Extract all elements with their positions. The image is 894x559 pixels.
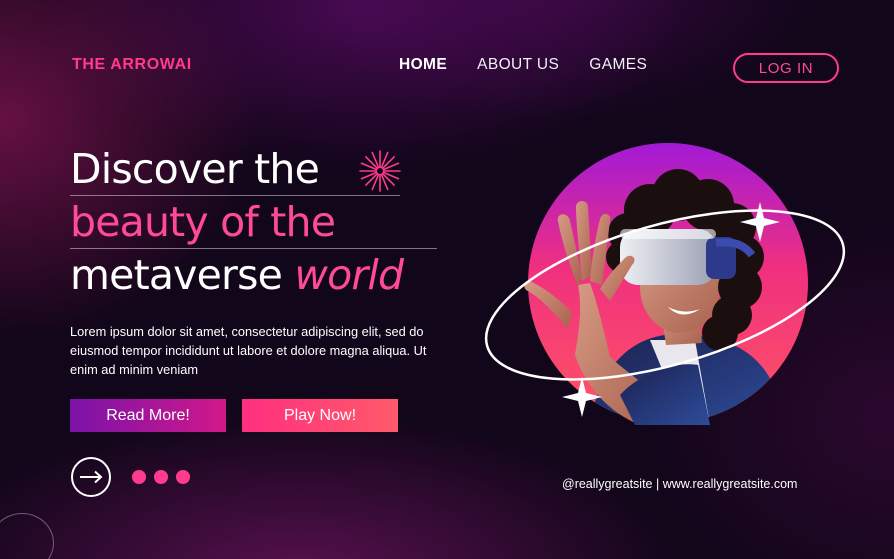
carousel-dots (132, 470, 190, 484)
headline-line-1: Discover the (70, 143, 437, 195)
read-more-button[interactable]: Read More! (70, 399, 226, 432)
nav-item-games[interactable]: GAMES (589, 56, 647, 74)
landing-page: THE ARROWAI HOME ABOUT US GAMES LOG IN D… (0, 0, 894, 559)
brand-logo[interactable]: THE ARROWAI (72, 56, 192, 74)
headline-line-2: beauty of the (70, 198, 336, 246)
vr-illustration (484, 143, 846, 425)
main-nav: HOME ABOUT US GAMES (399, 56, 647, 74)
nav-item-about-us[interactable]: ABOUT US (477, 56, 559, 74)
contact-info: @reallygreatsite | www.reallygreatsite.c… (562, 477, 798, 491)
carousel-dot[interactable] (132, 470, 146, 484)
login-button[interactable]: LOG IN (733, 53, 839, 83)
starburst-icon (359, 150, 401, 192)
headline-line-1-text: Discover the (70, 145, 320, 193)
carousel-dot[interactable] (154, 470, 168, 484)
headline-accent-word: world (294, 251, 404, 299)
headline-line-3: metaverse world (70, 249, 437, 301)
hero-headline: Discover the beauty of the metaverse wor… (70, 143, 437, 301)
carousel-dot[interactable] (176, 470, 190, 484)
decorative-arc (0, 513, 54, 559)
hero-description: Lorem ipsum dolor sit amet, consectetur … (70, 324, 427, 377)
headline-line-3-text: metaverse (70, 251, 283, 299)
play-now-button[interactable]: Play Now! (242, 399, 398, 432)
next-arrow-button[interactable] (71, 457, 111, 497)
nav-item-home[interactable]: HOME (399, 56, 447, 74)
arrow-right-icon (80, 470, 103, 484)
